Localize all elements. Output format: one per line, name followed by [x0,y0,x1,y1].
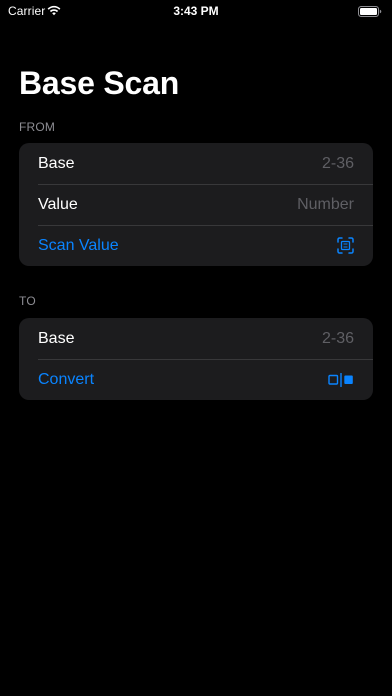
status-bar: Carrier 3:43 PM [0,0,392,22]
to-section-header: TO [19,294,36,308]
from-value-label: Value [38,195,78,213]
scan-value-label: Scan Value [38,236,119,254]
to-group: Base Convert [19,318,373,400]
from-group: Base Value Scan Value [19,143,373,266]
from-base-input[interactable] [204,154,354,173]
square-split-icon [328,372,354,388]
to-base-label: Base [38,329,75,347]
to-base-row: Base [19,318,373,359]
from-base-label: Base [38,154,75,172]
convert-label: Convert [38,370,95,388]
battery-icon [358,6,382,17]
convert-button[interactable]: Convert [19,359,373,400]
from-value-row: Value [19,184,373,225]
scan-value-button[interactable]: Scan Value [19,225,373,266]
from-base-row: Base [19,143,373,184]
page-title: Base Scan [19,65,180,101]
from-section-header: FROM [19,120,56,134]
status-time: 3:43 PM [173,4,219,18]
text-viewfinder-icon [336,237,354,255]
to-base-input[interactable] [204,329,354,348]
from-value-input[interactable] [204,195,354,214]
